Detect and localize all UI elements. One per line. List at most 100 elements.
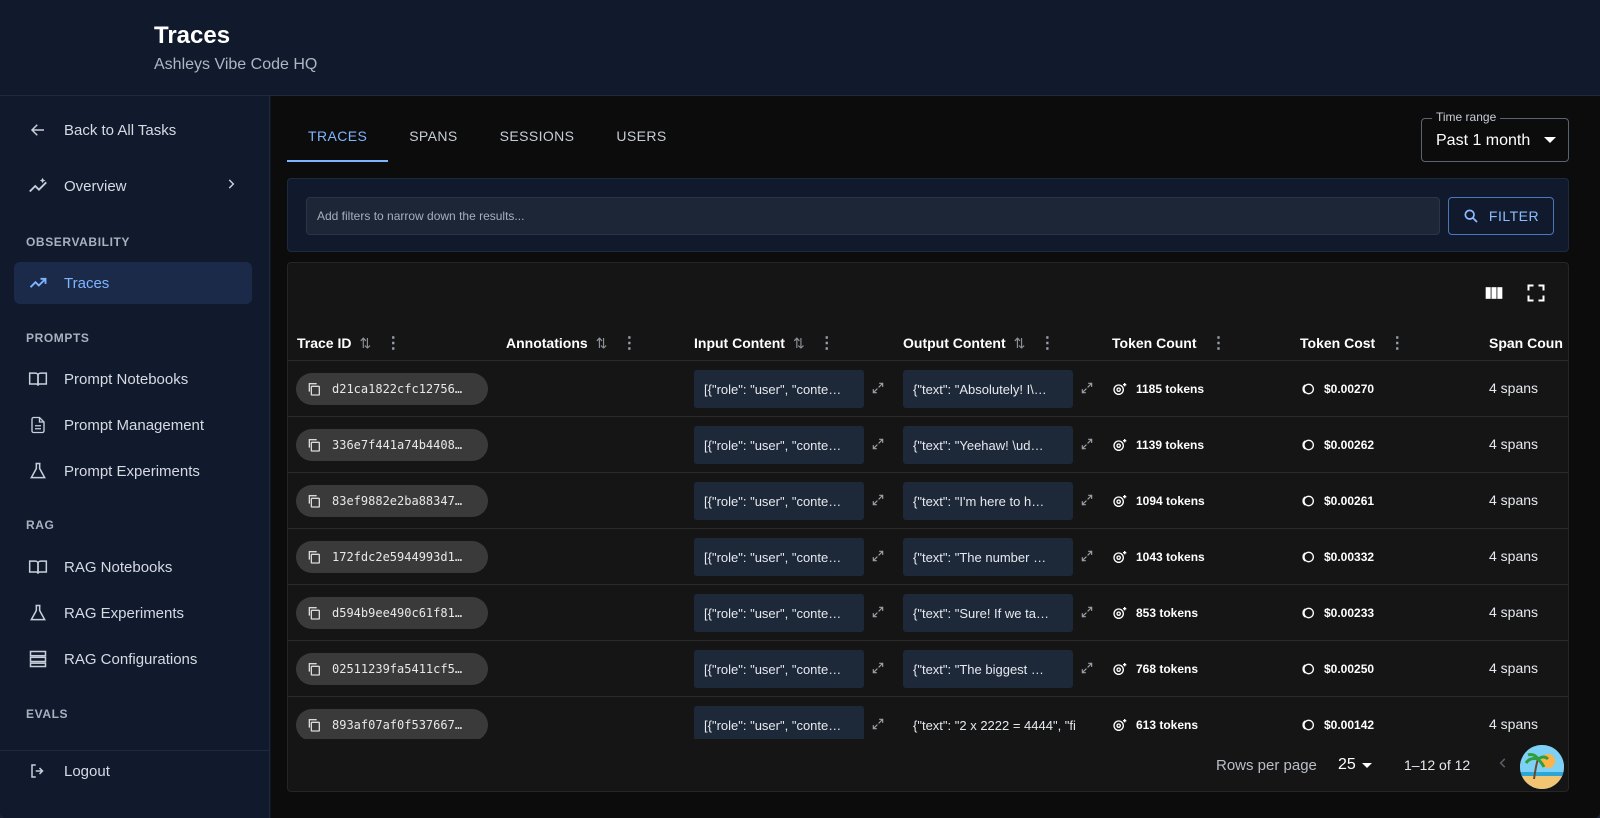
token-cost-text: $0.00332 xyxy=(1324,550,1375,564)
sidebar-item-prompt-experiments[interactable]: Prompt Experiments xyxy=(14,450,252,492)
column-menu-icon[interactable]: ⋮ xyxy=(1039,333,1055,353)
trace-id-chip[interactable]: 893af07af0f537667… xyxy=(296,709,488,739)
tab-sessions[interactable]: SESSIONS xyxy=(479,112,596,162)
expand-icon[interactable] xyxy=(871,437,885,451)
table-row[interactable]: d21ca1822cfc12756… [{"role": "user", "co… xyxy=(288,361,1568,417)
copy-icon[interactable] xyxy=(306,549,322,565)
column-header-input-content[interactable]: Input Content ⇅ ⋮ xyxy=(694,325,835,361)
sort-icon[interactable]: ⇅ xyxy=(1014,335,1026,352)
column-menu-icon[interactable]: ⋮ xyxy=(621,333,637,353)
input-content-cell[interactable]: [{"role": "user", "conte… xyxy=(694,538,864,576)
copy-icon[interactable] xyxy=(306,605,322,621)
expand-icon[interactable] xyxy=(1080,661,1094,675)
column-header-token-count[interactable]: Token Count ⋮ xyxy=(1112,325,1227,361)
filter-button[interactable]: FILTER xyxy=(1448,197,1554,235)
span-count: 4 spans xyxy=(1489,380,1539,396)
token-icon xyxy=(1113,719,1127,731)
table-row[interactable]: 336e7f441a74b4408… [{"role": "user", "co… xyxy=(288,417,1568,473)
sidebar-item-prompt-management[interactable]: Prompt Management xyxy=(14,404,252,446)
expand-icon[interactable] xyxy=(871,717,885,731)
input-content-cell[interactable]: [{"role": "user", "conte… xyxy=(694,594,864,632)
copy-icon[interactable] xyxy=(306,661,322,677)
output-content-cell[interactable]: {"text": "I'm here to h… xyxy=(903,482,1073,520)
table-row[interactable]: 172fdc2e5944993d1… [{"role": "user", "co… xyxy=(288,529,1568,585)
sidebar-item-traces[interactable]: Traces xyxy=(14,262,252,304)
span-count: 4 spans xyxy=(1489,548,1539,564)
column-header-trace-id[interactable]: Trace ID ⇅ ⋮ xyxy=(297,325,401,361)
output-content-cell[interactable]: {"text": "The number … xyxy=(903,538,1073,576)
expand-icon[interactable] xyxy=(1080,381,1094,395)
column-header-annotations[interactable]: Annotations ⇅ ⋮ xyxy=(506,325,637,361)
trace-id-chip[interactable]: 83ef9882e2ba88347… xyxy=(296,485,488,517)
column-header-token-cost[interactable]: Token Cost ⋮ xyxy=(1300,325,1405,361)
token-icon xyxy=(1113,551,1127,563)
sort-icon[interactable]: ⇅ xyxy=(596,335,608,352)
tab-spans[interactable]: SPANS xyxy=(388,112,478,162)
sidebar-item-prompt-notebooks[interactable]: Prompt Notebooks xyxy=(14,358,252,400)
expand-icon[interactable] xyxy=(1080,549,1094,563)
column-menu-icon[interactable]: ⋮ xyxy=(385,333,401,353)
output-content-cell[interactable]: {"text": "2 x 2222 = 4444", "fi xyxy=(903,706,1095,739)
sort-icon[interactable]: ⇅ xyxy=(359,335,371,352)
tab-traces[interactable]: TRACES xyxy=(287,112,389,162)
token-icon xyxy=(1113,383,1127,395)
expand-icon[interactable] xyxy=(871,493,885,507)
prompt-experiments-label: Prompt Experiments xyxy=(64,462,200,480)
copy-icon[interactable] xyxy=(306,493,322,509)
column-header-output-content[interactable]: Output Content ⇅ ⋮ xyxy=(903,325,1055,361)
caret-down-icon[interactable] xyxy=(1362,763,1372,768)
copy-icon[interactable] xyxy=(306,381,322,397)
expand-icon[interactable] xyxy=(871,605,885,619)
sidebar-item-rag-notebooks[interactable]: RAG Notebooks xyxy=(14,546,252,588)
trace-id-chip[interactable]: d21ca1822cfc12756… xyxy=(296,373,488,405)
sort-icon[interactable]: ⇅ xyxy=(793,335,805,352)
output-content-cell[interactable]: {"text": "Yeehaw! \ud… xyxy=(903,426,1073,464)
token-cost-text: $0.00142 xyxy=(1324,718,1375,732)
trace-id-chip[interactable]: d594b9ee490c61f81… xyxy=(296,597,488,629)
back-to-all-tasks-link[interactable]: Back to All Tasks xyxy=(14,109,252,151)
table-row[interactable]: d594b9ee490c61f81… [{"role": "user", "co… xyxy=(288,585,1568,641)
trace-id-chip[interactable]: 336e7f441a74b4408… xyxy=(296,429,488,461)
sidebar-item-rag-configurations[interactable]: RAG Configurations xyxy=(14,638,252,680)
input-content-cell[interactable]: [{"role": "user", "conte… xyxy=(694,426,864,464)
expand-icon[interactable] xyxy=(871,549,885,563)
input-content-cell[interactable]: [{"role": "user", "conte… xyxy=(694,650,864,688)
input-content-cell[interactable]: [{"role": "user", "conte… xyxy=(694,482,864,520)
copy-icon[interactable] xyxy=(306,437,322,453)
expand-icon[interactable] xyxy=(1080,437,1094,451)
coin-icon xyxy=(1302,607,1314,619)
trace-id-text: 336e7f441a74b4408… xyxy=(332,438,463,452)
column-menu-icon[interactable]: ⋮ xyxy=(1211,333,1227,353)
expand-icon[interactable] xyxy=(1080,493,1094,507)
token-count-text: 768 tokens xyxy=(1136,662,1199,676)
fullscreen-icon[interactable] xyxy=(1526,283,1548,305)
chevron-left-icon[interactable] xyxy=(1496,754,1510,775)
tab-users[interactable]: USERS xyxy=(595,112,687,162)
column-menu-icon[interactable]: ⋮ xyxy=(1389,333,1405,353)
output-content-cell[interactable]: {"text": "The biggest … xyxy=(903,650,1073,688)
copy-icon[interactable] xyxy=(306,717,322,733)
output-content-cell[interactable]: {"text": "Sure! If we ta… xyxy=(903,594,1073,632)
time-range-select[interactable]: Time range Past 1 month xyxy=(1421,110,1569,162)
page-header: Traces Ashleys Vibe Code HQ xyxy=(0,0,1600,96)
input-content-cell[interactable]: [{"role": "user", "conte… xyxy=(694,706,864,739)
filter-input[interactable] xyxy=(306,197,1440,235)
expand-icon[interactable] xyxy=(871,661,885,675)
rows-per-page-select[interactable]: 25 xyxy=(1338,756,1356,774)
output-content-cell[interactable]: {"text": "Absolutely! I\… xyxy=(903,370,1073,408)
trace-id-chip[interactable]: 172fdc2e5944993d1… xyxy=(296,541,488,573)
sidebar-item-rag-experiments[interactable]: RAG Experiments xyxy=(14,592,252,634)
column-header-span-count[interactable]: Span Coun xyxy=(1489,325,1563,361)
table-row[interactable]: 02511239fa5411cf5… [{"role": "user", "co… xyxy=(288,641,1568,697)
avatar[interactable] xyxy=(1520,745,1564,789)
table-row[interactable]: 893af07af0f537667… [{"role": "user", "co… xyxy=(288,697,1568,739)
sidebar-item-overview[interactable]: Overview xyxy=(14,165,252,207)
input-content-cell[interactable]: [{"role": "user", "conte… xyxy=(694,370,864,408)
expand-icon[interactable] xyxy=(1080,605,1094,619)
table-row[interactable]: 83ef9882e2ba88347… [{"role": "user", "co… xyxy=(288,473,1568,529)
columns-icon[interactable] xyxy=(1484,283,1506,305)
trace-id-chip[interactable]: 02511239fa5411cf5… xyxy=(296,653,488,685)
expand-icon[interactable] xyxy=(871,381,885,395)
logout-button[interactable]: Logout xyxy=(14,750,252,792)
column-menu-icon[interactable]: ⋮ xyxy=(819,333,835,353)
